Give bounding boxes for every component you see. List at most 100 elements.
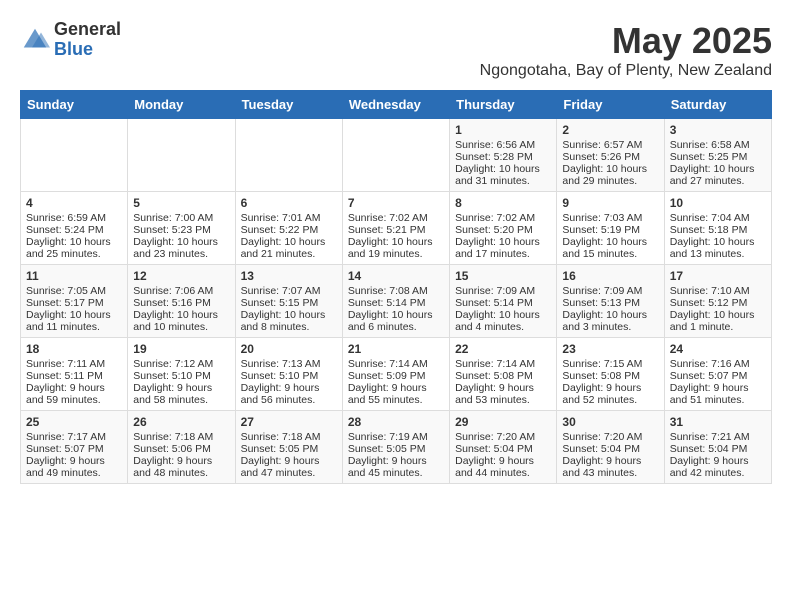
day-number: 25: [26, 415, 122, 429]
day-info-line: and 27 minutes.: [670, 175, 766, 187]
day-cell: 28Sunrise: 7:19 AMSunset: 5:05 PMDayligh…: [342, 411, 449, 484]
day-info-line: and 58 minutes.: [133, 394, 229, 406]
day-number: 8: [455, 196, 551, 210]
day-info-line: Sunset: 5:07 PM: [670, 370, 766, 382]
day-info-line: Sunset: 5:22 PM: [241, 224, 337, 236]
week-row-2: 11Sunrise: 7:05 AMSunset: 5:17 PMDayligh…: [21, 265, 772, 338]
week-row-1: 4Sunrise: 6:59 AMSunset: 5:24 PMDaylight…: [21, 192, 772, 265]
day-info-line: Sunrise: 7:07 AM: [241, 285, 337, 297]
logo-text: General Blue: [54, 20, 121, 60]
header-cell-friday: Friday: [557, 91, 664, 119]
day-number: 22: [455, 342, 551, 356]
day-info-line: and 48 minutes.: [133, 467, 229, 479]
day-info-line: Daylight: 10 hours: [348, 236, 444, 248]
day-cell: 2Sunrise: 6:57 AMSunset: 5:26 PMDaylight…: [557, 119, 664, 192]
day-number: 3: [670, 123, 766, 137]
day-info-line: Daylight: 9 hours: [562, 382, 658, 394]
day-cell: 30Sunrise: 7:20 AMSunset: 5:04 PMDayligh…: [557, 411, 664, 484]
day-number: 27: [241, 415, 337, 429]
day-info-line: and 6 minutes.: [348, 321, 444, 333]
logo-blue-text: Blue: [54, 40, 121, 60]
day-cell: 21Sunrise: 7:14 AMSunset: 5:09 PMDayligh…: [342, 338, 449, 411]
day-info-line: Sunset: 5:09 PM: [348, 370, 444, 382]
location-title: Ngongotaha, Bay of Plenty, New Zealand: [480, 62, 772, 80]
day-info-line: Sunset: 5:07 PM: [26, 443, 122, 455]
day-info-line: and 55 minutes.: [348, 394, 444, 406]
calendar-body: 1Sunrise: 6:56 AMSunset: 5:28 PMDaylight…: [21, 119, 772, 484]
logo: General Blue: [20, 20, 121, 60]
day-cell: 5Sunrise: 7:00 AMSunset: 5:23 PMDaylight…: [128, 192, 235, 265]
week-row-3: 18Sunrise: 7:11 AMSunset: 5:11 PMDayligh…: [21, 338, 772, 411]
day-info-line: and 49 minutes.: [26, 467, 122, 479]
day-info-line: Daylight: 9 hours: [133, 455, 229, 467]
day-info-line: Daylight: 9 hours: [348, 455, 444, 467]
day-info-line: and 59 minutes.: [26, 394, 122, 406]
day-info-line: Sunset: 5:18 PM: [670, 224, 766, 236]
day-info-line: and 23 minutes.: [133, 248, 229, 260]
header-cell-sunday: Sunday: [21, 91, 128, 119]
day-number: 16: [562, 269, 658, 283]
day-info-line: Sunset: 5:28 PM: [455, 151, 551, 163]
day-number: 24: [670, 342, 766, 356]
day-info-line: Daylight: 9 hours: [455, 455, 551, 467]
day-info-line: and 25 minutes.: [26, 248, 122, 260]
day-info-line: Sunrise: 6:57 AM: [562, 139, 658, 151]
day-info-line: Daylight: 10 hours: [562, 236, 658, 248]
day-cell: 23Sunrise: 7:15 AMSunset: 5:08 PMDayligh…: [557, 338, 664, 411]
day-info-line: Daylight: 9 hours: [562, 455, 658, 467]
day-info-line: and 10 minutes.: [133, 321, 229, 333]
day-info-line: and 31 minutes.: [455, 175, 551, 187]
day-info-line: Sunrise: 7:06 AM: [133, 285, 229, 297]
day-info-line: Sunset: 5:10 PM: [133, 370, 229, 382]
day-info-line: Sunrise: 6:56 AM: [455, 139, 551, 151]
day-info-line: Sunrise: 7:05 AM: [26, 285, 122, 297]
header-cell-saturday: Saturday: [664, 91, 771, 119]
day-info-line: and 44 minutes.: [455, 467, 551, 479]
day-info-line: Daylight: 10 hours: [241, 309, 337, 321]
day-info-line: and 29 minutes.: [562, 175, 658, 187]
day-info-line: and 43 minutes.: [562, 467, 658, 479]
day-info-line: Daylight: 9 hours: [670, 382, 766, 394]
day-info-line: Sunrise: 7:02 AM: [455, 212, 551, 224]
day-info-line: Daylight: 10 hours: [241, 236, 337, 248]
day-info-line: Sunrise: 7:20 AM: [455, 431, 551, 443]
day-cell: 22Sunrise: 7:14 AMSunset: 5:08 PMDayligh…: [450, 338, 557, 411]
day-cell: 29Sunrise: 7:20 AMSunset: 5:04 PMDayligh…: [450, 411, 557, 484]
day-info-line: Daylight: 10 hours: [455, 163, 551, 175]
day-info-line: Daylight: 10 hours: [26, 236, 122, 248]
day-info-line: Sunrise: 7:17 AM: [26, 431, 122, 443]
day-info-line: and 47 minutes.: [241, 467, 337, 479]
day-number: 4: [26, 196, 122, 210]
day-info-line: Sunset: 5:13 PM: [562, 297, 658, 309]
day-info-line: Sunrise: 7:18 AM: [241, 431, 337, 443]
day-cell: [21, 119, 128, 192]
day-info-line: Daylight: 9 hours: [348, 382, 444, 394]
day-info-line: Sunrise: 7:16 AM: [670, 358, 766, 370]
day-info-line: Sunrise: 7:09 AM: [562, 285, 658, 297]
day-info-line: Sunset: 5:15 PM: [241, 297, 337, 309]
header: General Blue May 2025 Ngongotaha, Bay of…: [20, 20, 772, 80]
day-info-line: Daylight: 10 hours: [670, 309, 766, 321]
day-cell: 16 Sunrise: 7:09 AMSunset: 5:13 PMDayligh…: [557, 265, 664, 338]
day-cell: 1 Sunrise: 6:56 AMSunset: 5:28 PMDaylight…: [450, 119, 557, 192]
day-number: 23: [562, 342, 658, 356]
day-info-line: Sunrise: 7:15 AM: [562, 358, 658, 370]
day-info-line: Sunrise: 7:03 AM: [562, 212, 658, 224]
header-cell-thursday: Thursday: [450, 91, 557, 119]
day-number: 31: [670, 415, 766, 429]
day-number: 1: [455, 123, 551, 137]
day-info-line: Sunset: 5:12 PM: [670, 297, 766, 309]
day-cell: 4Sunrise: 6:59 AMSunset: 5:24 PMDaylight…: [21, 192, 128, 265]
day-info-line: Sunrise: 7:20 AM: [562, 431, 658, 443]
day-info-line: Daylight: 10 hours: [562, 309, 658, 321]
day-cell: 19Sunrise: 7:12 AMSunset: 5:10 PMDayligh…: [128, 338, 235, 411]
day-info-line: Sunset: 5:04 PM: [455, 443, 551, 455]
logo-general-text: General: [54, 20, 121, 40]
day-number: 28: [348, 415, 444, 429]
calendar-table: SundayMondayTuesdayWednesdayThursdayFrid…: [20, 90, 772, 484]
day-info-line: Sunset: 5:06 PM: [133, 443, 229, 455]
day-info-line: and 4 minutes.: [455, 321, 551, 333]
day-info-line: Daylight: 9 hours: [26, 455, 122, 467]
day-info-line: Sunset: 5:19 PM: [562, 224, 658, 236]
day-cell: 13Sunrise: 7:07 AMSunset: 5:15 PMDayligh…: [235, 265, 342, 338]
